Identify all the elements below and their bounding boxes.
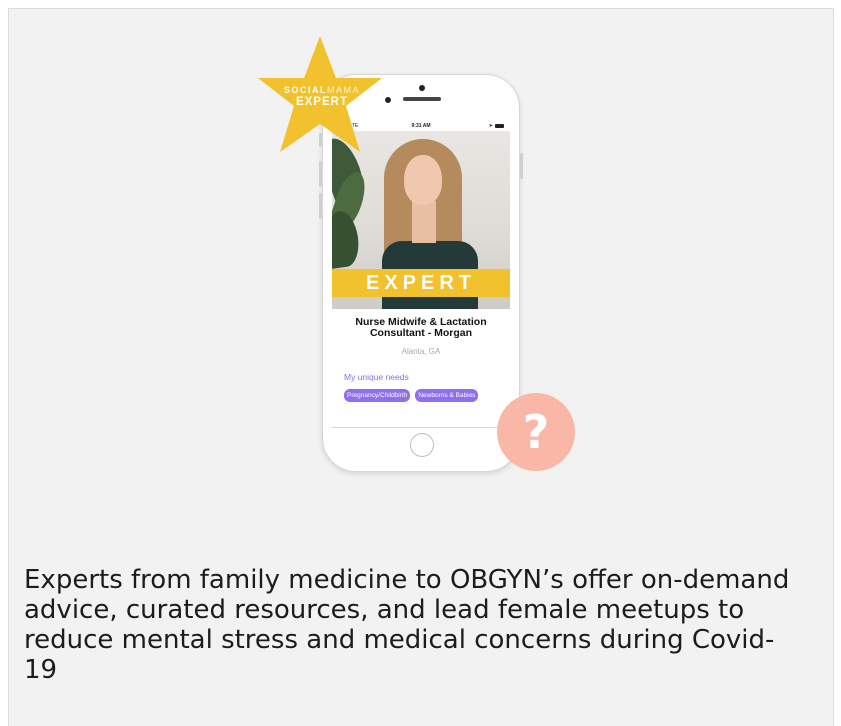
profile-location: Alanta, GA — [401, 347, 441, 356]
needs-label: My unique needs — [344, 372, 409, 382]
profile-title: Nurse Midwife & Lactation Consultant - M… — [355, 316, 487, 339]
badge-label: EXPERT — [295, 96, 348, 108]
badge-brand-bold: SOCIAL — [283, 85, 327, 95]
phone-screen: zon LTE 9:31 AM ➤ EXPERT Nurse Midwife &… — [332, 121, 510, 427]
front-camera-icon — [419, 85, 425, 91]
screen-divider — [332, 427, 510, 428]
phone-volume-down — [319, 193, 322, 219]
caption-text: Experts from family medicine to OBGYN’s … — [24, 565, 790, 685]
tag-pregnancy-childbirth[interactable]: Pregnancy/Childbirth — [344, 389, 411, 402]
phone-power-button — [520, 153, 523, 179]
location-arrow-icon: ➤ — [488, 123, 493, 129]
earpiece — [403, 97, 441, 101]
badge-brand-light: MAMA — [327, 85, 360, 95]
help-button[interactable]: ? — [497, 393, 575, 471]
question-mark-icon: ? — [522, 405, 550, 459]
badge-brand: SOCIALMAMA — [256, 85, 388, 95]
status-icons: ➤ — [489, 123, 504, 129]
home-button[interactable] — [410, 433, 434, 457]
phone-volume-up — [319, 161, 322, 187]
profile-card[interactable]: Nurse Midwife & Lactation Consultant - M… — [332, 309, 510, 427]
tag-newborns-babies[interactable]: Newborns & Babies — [415, 389, 479, 402]
needs-tags: Pregnancy/Childbirth Newborns & Babies — [344, 389, 479, 402]
plant-leaf — [332, 209, 362, 269]
portrait-neck — [412, 201, 436, 243]
expert-banner: EXPERT — [332, 269, 510, 297]
portrait-face — [404, 155, 442, 205]
battery-icon — [495, 124, 504, 128]
